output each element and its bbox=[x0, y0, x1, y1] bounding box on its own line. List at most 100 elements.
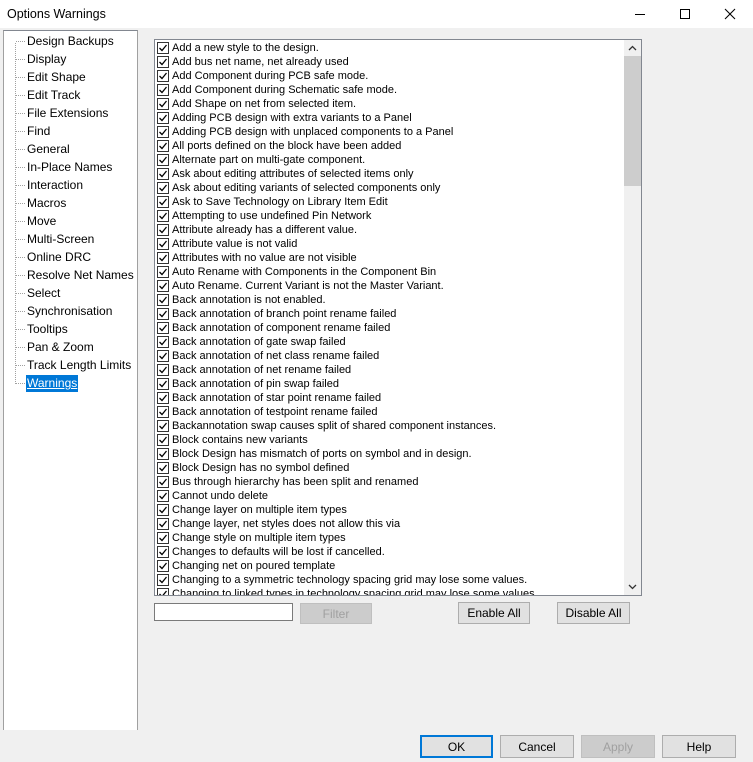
warning-row[interactable]: Bus through hierarchy has been split and… bbox=[157, 475, 418, 489]
scroll-up-button[interactable] bbox=[624, 40, 641, 56]
tree-item-tooltips[interactable]: Tooltips bbox=[16, 321, 69, 338]
scroll-down-button[interactable] bbox=[624, 579, 641, 595]
minimize-button[interactable] bbox=[617, 0, 663, 28]
warning-row[interactable]: Block contains new variants bbox=[157, 433, 308, 447]
tree-item-warnings[interactable]: Warnings bbox=[15, 375, 79, 392]
warning-row[interactable]: Back annotation of testpoint rename fail… bbox=[157, 405, 377, 419]
warning-row[interactable]: Changing net on poured template bbox=[157, 559, 335, 573]
warning-checkbox[interactable] bbox=[157, 322, 169, 334]
filter-button[interactable]: Filter bbox=[300, 603, 372, 624]
warning-row[interactable]: Add Component during Schematic safe mode… bbox=[157, 83, 397, 97]
warning-row[interactable]: Change layer, net styles does not allow … bbox=[157, 517, 400, 531]
warning-row[interactable]: Attribute value is not valid bbox=[157, 237, 297, 251]
warning-checkbox[interactable] bbox=[157, 42, 169, 54]
tree-item-file-extensions[interactable]: File Extensions bbox=[15, 105, 109, 122]
warning-checkbox[interactable] bbox=[157, 546, 169, 558]
warning-row[interactable]: Back annotation of branch point rename f… bbox=[157, 307, 396, 321]
warning-checkbox[interactable] bbox=[157, 448, 169, 460]
warning-checkbox[interactable] bbox=[157, 434, 169, 446]
warning-checkbox[interactable] bbox=[157, 378, 169, 390]
warning-checkbox[interactable] bbox=[157, 154, 169, 166]
tree-item-edit-track[interactable]: Edit Track bbox=[15, 87, 81, 104]
warning-row[interactable]: Auto Rename with Components in the Compo… bbox=[157, 265, 436, 279]
apply-button[interactable]: Apply bbox=[581, 735, 655, 758]
maximize-button[interactable] bbox=[662, 0, 708, 28]
warning-row[interactable]: Block Design has no symbol defined bbox=[157, 461, 349, 475]
warning-row[interactable]: Add Shape on net from selected item. bbox=[157, 97, 356, 111]
warning-checkbox[interactable] bbox=[157, 476, 169, 488]
warning-checkbox[interactable] bbox=[157, 462, 169, 474]
warning-row[interactable]: All ports defined on the block have been… bbox=[157, 139, 401, 153]
tree-item-interaction[interactable]: Interaction bbox=[15, 177, 84, 194]
tree-item-resolve-net-names[interactable]: Resolve Net Names bbox=[16, 267, 135, 284]
warning-checkbox[interactable] bbox=[157, 294, 169, 306]
warning-checkbox[interactable] bbox=[157, 70, 169, 82]
warning-row[interactable]: Back annotation of star point rename fai… bbox=[157, 391, 381, 405]
warning-row[interactable]: Change layer on multiple item types bbox=[157, 503, 347, 517]
warning-checkbox[interactable] bbox=[157, 280, 169, 292]
help-button[interactable]: Help bbox=[662, 735, 736, 758]
warning-row[interactable]: Adding PCB design with extra variants to… bbox=[157, 111, 412, 125]
warning-checkbox[interactable] bbox=[157, 56, 169, 68]
warning-row[interactable]: Attribute already has a different value. bbox=[157, 223, 357, 237]
tree-item-pan-zoom[interactable]: Pan & Zoom bbox=[16, 339, 95, 356]
warning-checkbox[interactable] bbox=[157, 252, 169, 264]
warning-row[interactable]: Backannotation swap causes split of shar… bbox=[157, 419, 496, 433]
warning-row[interactable]: Back annotation of net class rename fail… bbox=[157, 349, 379, 363]
warning-row[interactable]: Add a new style to the design. bbox=[157, 41, 319, 55]
tree-item-edit-shape[interactable]: Edit Shape bbox=[16, 69, 87, 86]
warning-row[interactable]: Back annotation of component rename fail… bbox=[157, 321, 390, 335]
warning-checkbox[interactable] bbox=[157, 574, 169, 586]
warning-row[interactable]: Block Design has mismatch of ports on sy… bbox=[157, 447, 472, 461]
warning-checkbox[interactable] bbox=[157, 112, 169, 124]
warning-checkbox[interactable] bbox=[157, 406, 169, 418]
warning-row[interactable]: Changing to linked types in technology s… bbox=[157, 587, 538, 595]
tree-item-general[interactable]: General bbox=[16, 141, 71, 158]
warning-row[interactable]: Changes to defaults will be lost if canc… bbox=[157, 545, 385, 559]
tree-item-select[interactable]: Select bbox=[15, 285, 61, 302]
warning-checkbox[interactable] bbox=[157, 518, 169, 530]
warning-checkbox[interactable] bbox=[157, 504, 169, 516]
warning-checkbox[interactable] bbox=[157, 210, 169, 222]
warning-row[interactable]: Back annotation of pin swap failed bbox=[157, 377, 339, 391]
warning-row[interactable]: Auto Rename. Current Variant is not the … bbox=[157, 279, 444, 293]
warning-checkbox[interactable] bbox=[157, 560, 169, 572]
warning-row[interactable]: Change style on multiple item types bbox=[157, 531, 346, 545]
filter-input[interactable] bbox=[154, 603, 293, 621]
warning-checkbox[interactable] bbox=[157, 238, 169, 250]
tree-item-track-length-limits[interactable]: Track Length Limits bbox=[15, 357, 132, 374]
warning-row[interactable]: Alternate part on multi-gate component. bbox=[157, 153, 365, 167]
warning-checkbox[interactable] bbox=[157, 224, 169, 236]
warning-checkbox[interactable] bbox=[157, 336, 169, 348]
warning-checkbox[interactable] bbox=[157, 350, 169, 362]
tree-item-multi-screen[interactable]: Multi-Screen bbox=[15, 231, 95, 248]
tree-item-move[interactable]: Move bbox=[15, 213, 57, 230]
warning-checkbox[interactable] bbox=[157, 392, 169, 404]
warning-row[interactable]: Cannot undo delete bbox=[157, 489, 268, 503]
warning-checkbox[interactable] bbox=[157, 126, 169, 138]
warning-row[interactable]: Back annotation is not enabled. bbox=[157, 293, 326, 307]
warning-row[interactable]: Back annotation of net rename failed bbox=[157, 363, 351, 377]
tree-item-find[interactable]: Find bbox=[15, 123, 51, 140]
warning-checkbox[interactable] bbox=[157, 168, 169, 180]
warning-checkbox[interactable] bbox=[157, 182, 169, 194]
tree-item-design-backups[interactable]: Design Backups bbox=[16, 33, 115, 50]
tree-item-synchronisation[interactable]: Synchronisation bbox=[15, 303, 113, 320]
warning-row[interactable]: Ask about editing variants of selected c… bbox=[157, 181, 440, 195]
warning-row[interactable]: Add bus net name, net already used bbox=[157, 55, 349, 69]
warning-row[interactable]: Attributes with no value are not visible bbox=[157, 251, 357, 265]
warning-checkbox[interactable] bbox=[157, 364, 169, 376]
warning-checkbox[interactable] bbox=[157, 532, 169, 544]
tree-item-macros[interactable]: Macros bbox=[15, 195, 67, 212]
warning-checkbox[interactable] bbox=[157, 420, 169, 432]
ok-button[interactable]: OK bbox=[420, 735, 493, 758]
close-button[interactable] bbox=[707, 0, 753, 28]
vertical-scrollbar[interactable] bbox=[624, 40, 641, 595]
tree-item-online-drc[interactable]: Online DRC bbox=[15, 249, 92, 266]
scrollbar-thumb[interactable] bbox=[624, 56, 641, 186]
warning-row[interactable]: Changing to a symmetric technology spaci… bbox=[157, 573, 527, 587]
warning-checkbox[interactable] bbox=[157, 266, 169, 278]
warning-row[interactable]: Back annotation of gate swap failed bbox=[157, 335, 346, 349]
warning-checkbox[interactable] bbox=[157, 196, 169, 208]
enable-all-button[interactable]: Enable All bbox=[458, 602, 530, 624]
